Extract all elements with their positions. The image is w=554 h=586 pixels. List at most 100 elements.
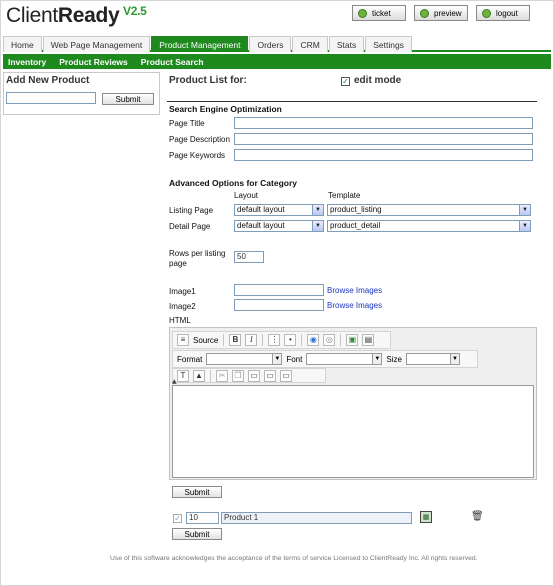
size-select[interactable]: ▼	[405, 353, 460, 365]
tab-web-page-management[interactable]: Web Page Management	[42, 36, 151, 52]
image-icon[interactable]: ▣	[346, 334, 359, 346]
product-name-input[interactable]: Product 1	[221, 512, 412, 524]
numbered-list-icon[interactable]: ⋮	[268, 334, 281, 346]
tab-settings[interactable]: Settings	[365, 36, 412, 52]
tab-stats[interactable]: Stats	[328, 36, 365, 52]
product-list-submit-button[interactable]: Submit	[172, 528, 222, 540]
preview-icon	[420, 8, 429, 18]
logo-text-light: Client	[6, 4, 58, 27]
page-title-input[interactable]	[234, 117, 533, 129]
image1-input[interactable]	[234, 284, 324, 296]
detail-layout-value: default layout	[237, 221, 285, 230]
page-title-label: Page Title	[169, 119, 205, 128]
chevron-down-icon: ▼	[519, 221, 530, 231]
app-logo: ClientReady V2.5	[6, 4, 147, 28]
rows-per-listing-label: Rows per listing page	[169, 249, 226, 268]
chevron-down-icon: ▼	[312, 205, 323, 215]
preview-label: preview	[434, 8, 462, 18]
trash-icon[interactable]: 🗑	[471, 511, 484, 523]
subnav-product-search[interactable]: Product Search	[136, 57, 209, 67]
ticket-label: ticket	[372, 8, 391, 18]
page-description-label: Page Description	[169, 135, 230, 144]
ticket-icon	[358, 8, 367, 18]
listing-page-label: Listing Page	[169, 206, 214, 215]
page-description-input[interactable]	[234, 133, 533, 145]
paste-text-icon[interactable]: ▭	[264, 369, 276, 382]
toolbar-separator	[223, 334, 225, 346]
tab-orders[interactable]: Orders	[249, 36, 292, 52]
detail-template-select[interactable]: product_detail ▼	[327, 220, 531, 232]
html-label: HTML	[169, 316, 191, 325]
edit-mode-checkbox[interactable]: ✓	[341, 77, 350, 86]
version-label: V2.5	[123, 4, 147, 18]
logout-label: logout	[496, 8, 518, 18]
html-editor: ≡ Source B I ⋮ • ◉ ◎ ▣ ▤ Format ▼ Font ▼…	[169, 327, 537, 480]
cut-icon[interactable]: ✂	[216, 369, 228, 382]
bold-button[interactable]: B	[229, 334, 242, 346]
background-color-icon[interactable]: ▲	[193, 369, 205, 382]
table-icon[interactable]: ▤	[362, 334, 375, 346]
tab-crm[interactable]: CRM	[292, 36, 328, 52]
listing-template-select[interactable]: product_listing ▼	[327, 204, 531, 216]
preview-button[interactable]: preview	[414, 5, 468, 21]
format-select[interactable]: ▼	[206, 353, 283, 365]
tab-product-management[interactable]: Product Management	[151, 36, 249, 52]
subnav-inventory[interactable]: Inventory	[3, 57, 51, 67]
new-product-input[interactable]	[6, 92, 96, 104]
editor-content-area[interactable]	[172, 385, 534, 478]
tab-home[interactable]: Home	[3, 36, 42, 52]
font-select[interactable]: ▼	[306, 353, 383, 365]
chevron-down-icon: ▼	[272, 354, 282, 364]
paste-word-icon[interactable]: ▭	[280, 369, 292, 382]
text-color-icon[interactable]: T	[177, 369, 189, 382]
toolbar-separator	[301, 334, 303, 346]
source-button[interactable]: Source	[193, 336, 218, 345]
chevron-down-icon: ▼	[372, 354, 382, 364]
copy-icon[interactable]: ❐	[232, 369, 244, 382]
sub-nav: Inventory Product Reviews Product Search	[3, 54, 551, 69]
add-product-title: Add New Product	[6, 75, 90, 86]
page-keywords-input[interactable]	[234, 149, 533, 161]
product-row-checkbox[interactable]: ✓	[173, 514, 182, 523]
bulleted-list-icon[interactable]: •	[284, 334, 297, 346]
paste-icon[interactable]: ▭	[248, 369, 260, 382]
font-label: Font	[286, 354, 303, 364]
link-icon[interactable]: ◉	[307, 334, 320, 346]
listing-layout-select[interactable]: default layout ▼	[234, 204, 324, 216]
product-sort-input[interactable]: 10	[186, 512, 219, 524]
chevron-down-icon: ▼	[312, 221, 323, 231]
chevron-down-icon: ▼	[519, 205, 530, 215]
image1-browse-link[interactable]: Browse Images	[327, 286, 382, 295]
layout-column-header: Layout	[234, 191, 259, 200]
logout-button[interactable]: logout	[476, 5, 530, 21]
toolbar-separator	[262, 334, 264, 346]
source-icon[interactable]: ≡	[177, 334, 189, 346]
image2-input[interactable]	[234, 299, 324, 311]
subnav-product-reviews[interactable]: Product Reviews	[54, 57, 133, 67]
rows-per-listing-input[interactable]: 50	[234, 251, 264, 263]
chevron-down-icon: ▼	[449, 354, 459, 364]
detail-page-label: Detail Page	[169, 222, 211, 231]
unlink-icon[interactable]: ◎	[323, 334, 336, 346]
detail-template-value: product_detail	[330, 221, 381, 230]
detail-layout-select[interactable]: default layout ▼	[234, 220, 324, 232]
editor-toolbar-row-3: T ▲ ✂ ❐ ▭ ▭ ▭	[172, 368, 326, 383]
edit-product-icon[interactable]: ▦	[420, 511, 432, 523]
collapse-toolbar-icon[interactable]: ▲	[172, 378, 177, 385]
seo-heading: Search Engine Optimization	[167, 101, 537, 115]
add-product-submit-button[interactable]: Submit	[102, 93, 154, 105]
italic-button[interactable]: I	[245, 334, 258, 346]
image2-browse-link[interactable]: Browse Images	[327, 301, 382, 310]
logo-text-bold: Ready	[57, 4, 120, 27]
main-submit-button[interactable]: Submit	[172, 486, 222, 498]
main-tabs: Home Web Page Management Product Managem…	[3, 36, 551, 52]
advanced-options-heading: Advanced Options for Category	[169, 178, 297, 188]
image2-label: Image2	[169, 302, 196, 311]
listing-layout-value: default layout	[237, 205, 285, 214]
product-list-heading: Product List for:	[169, 75, 247, 86]
add-product-panel: Add New Product Submit	[3, 72, 160, 115]
listing-template-value: product_listing	[330, 205, 382, 214]
ticket-button[interactable]: ticket	[352, 5, 406, 21]
toolbar-separator	[340, 334, 342, 346]
image1-label: Image1	[169, 287, 196, 296]
